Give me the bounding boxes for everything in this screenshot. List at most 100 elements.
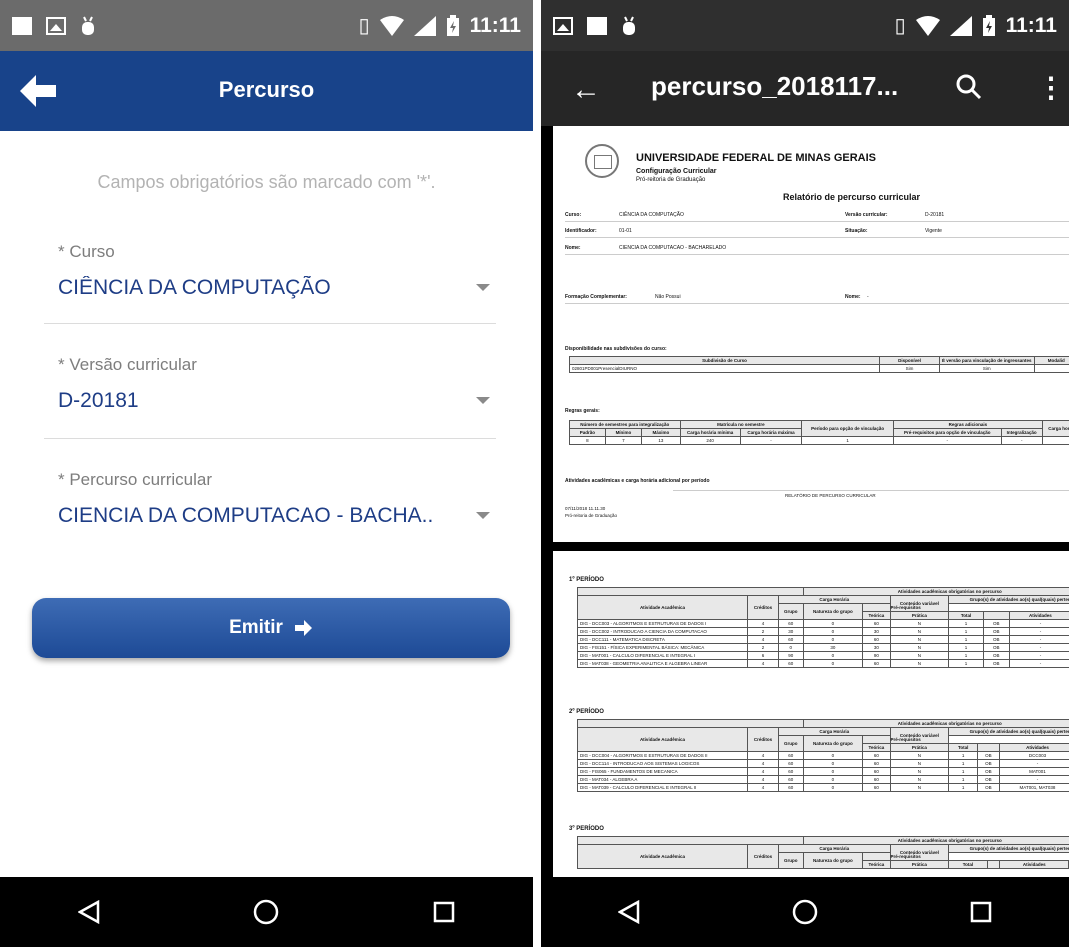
disp-cell: Sim — [879, 364, 940, 373]
table-cell: N — [889, 643, 950, 652]
vibrate-icon: ▯ — [894, 14, 906, 37]
pdf-page-1: UNIVERSIDADE FEDERAL DE MINAS GERAIS Con… — [553, 126, 1069, 542]
nav-recents-icon[interactable] — [430, 898, 458, 926]
table-cell: DIG - FIS065 - FUNDAMENTOS DE MECANICA — [577, 767, 748, 776]
ident-val: 01-01 — [619, 228, 632, 234]
signal-icon — [413, 15, 436, 36]
back-arrow-icon[interactable]: ← — [571, 73, 601, 107]
period-table: Atividades acadêmicas obrigatórias no pe… — [577, 719, 1069, 792]
table-cell: 4 — [747, 659, 779, 668]
period-header: Total — [948, 743, 979, 752]
university-name: UNIVERSIDADE FEDERAL DE MINAS GERAIS — [636, 152, 876, 164]
percurso-curricular-label: * Percurso curricular — [58, 470, 212, 489]
table-cell: MAT001 — [998, 767, 1069, 776]
table-cell: 1 — [948, 775, 979, 784]
period-header — [577, 836, 804, 845]
nav-recents-icon[interactable] — [967, 898, 995, 926]
table-row: DIG - MAT038 - GEOMETRIA ANALITICA E ALG… — [577, 659, 1069, 668]
disp-title: Disponibilidade nas subdivisões do curso… — [565, 346, 667, 352]
table-cell: 4 — [747, 783, 779, 792]
regras-group-header: Regras adicionais — [893, 420, 1043, 429]
emitir-button[interactable]: Emitir — [32, 598, 510, 658]
period-table: Atividades acadêmicas obrigatórias no pe… — [577, 836, 1069, 869]
signal-icon — [949, 15, 972, 36]
table-cell: 0 — [777, 643, 804, 652]
table-cell: 60 — [862, 759, 891, 768]
table-cell: DIG - DCC111 - MATEMATICA DISCRETA — [577, 635, 748, 644]
table-cell: OB — [982, 651, 1010, 660]
versao-key: Versão curricular: — [845, 212, 888, 218]
period-header: Prática — [889, 860, 950, 869]
period-header: Créditos — [747, 727, 779, 752]
search-icon[interactable] — [955, 73, 983, 101]
versao-curricular-value: D-20181 — [58, 389, 139, 412]
status-time: 11:11 — [1005, 13, 1057, 37]
battery-charging-icon — [446, 14, 459, 36]
chevron-down-icon[interactable] — [476, 284, 490, 291]
regras-group-header: Número de semestres para integralização — [569, 420, 681, 429]
table-cell: 60 — [862, 767, 891, 776]
table-row: DIG - DCC003 - ALGORITMOS E ESTRUTURAS D… — [577, 619, 1069, 628]
period-header: Teórica — [862, 860, 891, 869]
period-header: Grupo — [777, 735, 804, 752]
table-cell: 1 — [948, 651, 984, 660]
nav-home-icon[interactable] — [252, 898, 280, 926]
table-cell: DIG - DCC003 - ALGORITMOS E ESTRUTURAS D… — [577, 619, 748, 628]
curso-value: CIÊNCIA DA COMPUTAÇÃO — [58, 276, 331, 299]
table-cell: 60 — [862, 659, 891, 668]
chevron-down-icon[interactable] — [476, 512, 490, 519]
period-header: Natureza do grupo — [802, 735, 864, 752]
table-cell: 2 — [747, 627, 779, 636]
table-cell: 6 — [747, 651, 779, 660]
footer-date: 07/11/2018 11.11.30 — [565, 506, 606, 511]
period-header: Atividades acadêmicas obrigatórias no pe… — [802, 587, 1069, 596]
nav-home-icon[interactable] — [791, 898, 819, 926]
table-cell: 1 — [948, 751, 979, 760]
table-cell: N — [889, 783, 950, 792]
table-cell: N — [889, 767, 950, 776]
android-debug-icon — [623, 16, 635, 35]
nav-back-icon[interactable] — [615, 898, 643, 926]
table-cell: OB — [977, 759, 1000, 768]
table-cell: 60 — [777, 783, 804, 792]
nav-back-icon[interactable] — [75, 898, 103, 926]
percurso-curricular-select[interactable]: * Percurso curricular CIENCIA DA COMPUTA… — [44, 470, 496, 556]
period-header: Grupo(s) de atividades ao(s) qual(quais)… — [948, 595, 1069, 604]
table-cell: OB — [977, 775, 1000, 784]
required-fields-hint: Campos obrigatórios são marcado com '*'. — [97, 172, 436, 192]
period-header: Atividade Acadêmica — [577, 727, 748, 752]
curso-select[interactable]: * Curso CIÊNCIA DA COMPUTAÇÃO — [44, 242, 496, 324]
page-title: Percurso — [218, 77, 315, 102]
versao-curricular-select[interactable]: * Versão curricular D-20181 — [44, 355, 496, 439]
regras-sub-header: Carga horária máxima — [739, 428, 803, 437]
nome2-key: Nome: — [845, 294, 861, 300]
table-cell: N — [889, 627, 950, 636]
disp-cell: Sim — [939, 364, 1035, 373]
table-cell: 0 — [802, 619, 864, 628]
notification-square-icon — [587, 16, 607, 35]
regras-cell — [1041, 436, 1069, 445]
period-header: Grupo — [777, 603, 804, 620]
more-options-icon[interactable]: ⋮ — [1037, 71, 1065, 104]
table-cell: N — [889, 635, 950, 644]
table-cell: - — [1008, 659, 1069, 668]
situacao-val: Vigente — [925, 228, 942, 234]
period-header: Teórica — [862, 743, 891, 752]
table-cell: 4 — [747, 619, 779, 628]
pdf-page-2: 1º PERÍODO Atividades acadêmicas obrigató… — [553, 551, 1069, 877]
screens: ▯ 11:11 Percurso Campos obrigatórios são… — [0, 0, 1069, 947]
period-header — [977, 743, 1000, 752]
table-cell: OB — [977, 783, 1000, 792]
table-cell: 1 — [948, 635, 984, 644]
chevron-down-icon[interactable] — [476, 397, 490, 404]
regras-sub-header: Carga horária mínima — [679, 428, 741, 437]
table-cell: 0 — [802, 783, 864, 792]
table-cell: N — [889, 659, 950, 668]
footer-center: RELATÓRIO DE PERCURSO CURRICULAR — [785, 493, 876, 498]
table-cell: DIG - MAT001 - CALCULO DIFERENCIAL E INT… — [577, 651, 748, 660]
table-cell: N — [889, 751, 950, 760]
curso-label: * Curso — [58, 242, 115, 261]
status-time: 11:11 — [469, 13, 521, 37]
regras-cell: - — [1000, 436, 1043, 445]
table-cell: 0 — [802, 651, 864, 660]
